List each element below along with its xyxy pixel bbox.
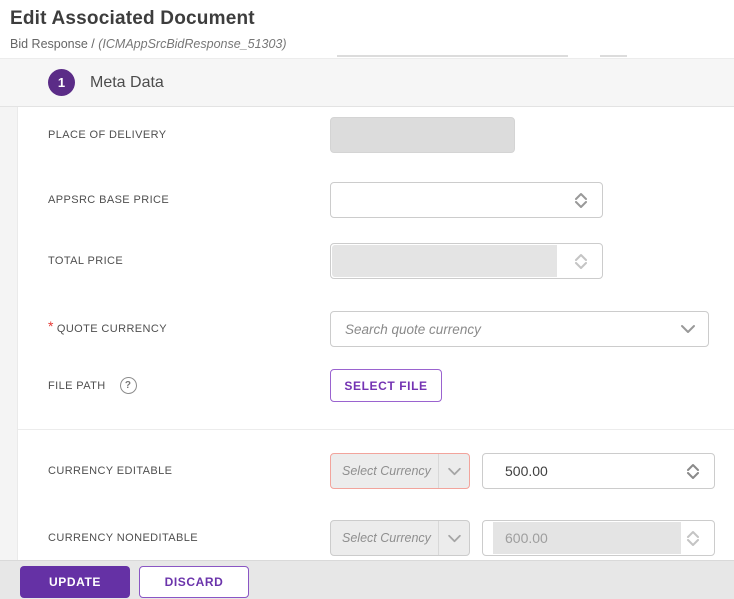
scrolled-spinner-sliver	[600, 55, 627, 57]
quote-currency-label: * QUOTE CURRENCY	[48, 311, 167, 347]
chevron-down-icon[interactable]	[439, 467, 469, 476]
currency-editable-dropdown[interactable]: Select Currency	[330, 453, 470, 489]
meta-data-section-header[interactable]: 1 Meta Data	[0, 58, 734, 107]
total-price-input	[330, 243, 603, 279]
select-file-button[interactable]: SELECT FILE	[330, 369, 442, 402]
discard-button[interactable]: DISCARD	[139, 566, 249, 598]
currency-editable-dropdown-placeholder: Select Currency	[342, 464, 431, 478]
place-of-delivery-field	[331, 118, 514, 152]
total-price-label: TOTAL PRICE	[48, 255, 124, 267]
page-title: Edit Associated Document	[10, 8, 255, 29]
appsrc-base-price-field[interactable]	[331, 183, 602, 217]
currency-editable-spinner[interactable]	[680, 454, 706, 488]
quote-currency-label-text: QUOTE CURRENCY	[56, 323, 167, 335]
spinner-up-icon	[687, 530, 699, 538]
appsrc-base-price-input[interactable]	[330, 182, 603, 218]
scrolled-field-sliver	[337, 55, 568, 57]
chevron-down-icon[interactable]	[680, 312, 696, 346]
place-of-delivery-input	[330, 117, 515, 153]
currency-noneditable-dropdown: Select Currency	[330, 520, 470, 556]
appsrc-base-price-spinner[interactable]	[568, 183, 594, 217]
section-divider	[18, 429, 734, 430]
breadcrumb-document-id: (ICMAppSrcBidResponse_51303)	[98, 37, 287, 51]
place-of-delivery-label: PLACE OF DELIVERY	[48, 129, 167, 141]
update-button[interactable]: UPDATE	[20, 566, 130, 598]
footer-action-bar: UPDATE DISCARD	[0, 560, 734, 599]
currency-editable-amount-input[interactable]	[482, 453, 715, 489]
file-path-label-text: FILE PATH	[48, 379, 106, 392]
chevron-down-icon	[439, 534, 469, 543]
breadcrumb-prefix: Bid Response /	[10, 37, 99, 51]
row-quote-currency: * QUOTE CURRENCY	[0, 311, 734, 347]
currency-noneditable-spinner	[680, 521, 706, 555]
row-total-price: TOTAL PRICE	[0, 243, 734, 279]
file-path-label: FILE PATH ?	[48, 369, 137, 402]
row-currency-editable: CURRENCY EDITABLE Select Currency	[0, 453, 734, 489]
breadcrumb: Bid Response / (ICMAppSrcBidResponse_513…	[10, 37, 287, 51]
total-price-field	[331, 244, 602, 278]
appsrc-base-price-label: APPSRC BASE PRICE	[48, 194, 170, 206]
currency-editable-label: CURRENCY EDITABLE	[48, 465, 173, 477]
spinner-up-icon	[687, 463, 699, 471]
row-appsrc-base-price: APPSRC BASE PRICE	[0, 182, 734, 218]
row-place-of-delivery: PLACE OF DELIVERY	[0, 117, 734, 153]
spinner-down-icon	[687, 538, 699, 546]
spinner-down-icon	[575, 200, 587, 208]
spinner-down-icon	[687, 471, 699, 479]
currency-noneditable-dropdown-placeholder: Select Currency	[342, 531, 431, 545]
quote-currency-search-input[interactable]	[331, 312, 708, 346]
row-file-path: FILE PATH ? SELECT FILE	[0, 369, 734, 402]
required-asterisk: *	[48, 318, 54, 334]
spinner-up-icon	[575, 192, 587, 200]
currency-noneditable-amount-input	[482, 520, 715, 556]
section-title: Meta Data	[90, 73, 164, 91]
quote-currency-combobox[interactable]	[330, 311, 709, 347]
currency-noneditable-label: CURRENCY NONEDITABLE	[48, 532, 199, 544]
step-number-badge: 1	[48, 69, 75, 96]
row-currency-noneditable: CURRENCY NONEDITABLE Select Currency	[0, 520, 734, 556]
help-icon[interactable]: ?	[119, 377, 137, 394]
